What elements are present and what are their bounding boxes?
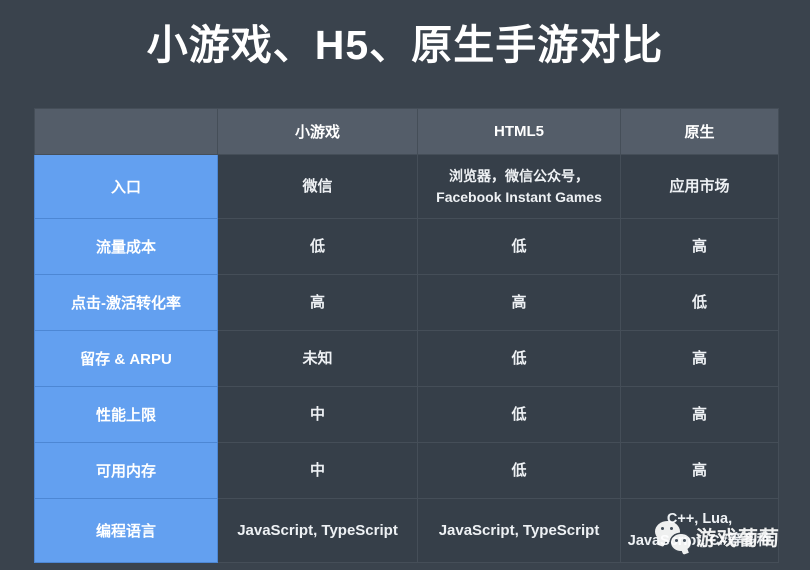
column-header-minigame: 小游戏 [217, 108, 418, 155]
table-row: 留存 & ARPU 未知 低 高 [34, 330, 779, 387]
cell-entry-html5: 浏览器，微信公众号，Facebook Instant Games [417, 154, 621, 219]
table-header: 小游戏 HTML5 原生 [34, 108, 779, 155]
table-row: 入口 微信 浏览器，微信公众号，Facebook Instant Games 应… [34, 154, 779, 219]
comparison-table-container: 小游戏 HTML5 原生 入口 微信 浏览器，微信公众号，Facebook In… [34, 108, 779, 563]
row-label-available-memory: 可用内存 [34, 442, 218, 499]
table-row: 可用内存 中 低 高 [34, 442, 779, 499]
cell-retention-arpu-native: 高 [620, 330, 779, 387]
cell-performance-html5: 低 [417, 386, 621, 443]
column-header-native: 原生 [620, 108, 779, 155]
table-row: 点击-激活转化率 高 高 低 [34, 274, 779, 331]
row-label-traffic-cost: 流量成本 [34, 218, 218, 275]
cell-traffic-cost-html5: 低 [417, 218, 621, 275]
cell-click-activation-minigame: 高 [217, 274, 418, 331]
row-label-entry: 入口 [34, 154, 218, 219]
cell-language-minigame: JavaScript, TypeScript [217, 498, 418, 563]
table-row: 性能上限 中 低 高 [34, 386, 779, 443]
cell-click-activation-native: 低 [620, 274, 779, 331]
column-header-html5: HTML5 [417, 108, 621, 155]
row-label-click-activation-rate: 点击-激活转化率 [34, 274, 218, 331]
row-label-performance-ceiling: 性能上限 [34, 386, 218, 443]
cell-retention-arpu-minigame: 未知 [217, 330, 418, 387]
cell-memory-html5: 低 [417, 442, 621, 499]
slide-root: 小游戏、H5、原生手游对比 小游戏 HTML5 原生 入口 微信 浏览器，微信公… [0, 0, 810, 570]
table-body: 入口 微信 浏览器，微信公众号，Facebook Instant Games 应… [34, 154, 779, 563]
cell-language-native: C++, Lua, JavaScript, C#等多种 [620, 498, 779, 563]
table-row: 流量成本 低 低 高 [34, 218, 779, 275]
table-header-row: 小游戏 HTML5 原生 [34, 108, 779, 155]
row-label-retention-arpu: 留存 & ARPU [34, 330, 218, 387]
cell-memory-minigame: 中 [217, 442, 418, 499]
cell-retention-arpu-html5: 低 [417, 330, 621, 387]
row-label-programming-language: 编程语言 [34, 498, 218, 563]
cell-language-html5: JavaScript, TypeScript [417, 498, 621, 563]
page-title: 小游戏、H5、原生手游对比 [146, 22, 664, 68]
cell-memory-native: 高 [620, 442, 779, 499]
cell-traffic-cost-native: 高 [620, 218, 779, 275]
table-corner-cell [34, 108, 218, 155]
cell-performance-native: 高 [620, 386, 779, 443]
table-row: 编程语言 JavaScript, TypeScript JavaScript, … [34, 498, 779, 563]
comparison-table: 小游戏 HTML5 原生 入口 微信 浏览器，微信公众号，Facebook In… [34, 108, 779, 563]
cell-traffic-cost-minigame: 低 [217, 218, 418, 275]
cell-entry-minigame: 微信 [217, 154, 418, 219]
cell-click-activation-html5: 高 [417, 274, 621, 331]
cell-entry-native: 应用市场 [620, 154, 779, 219]
cell-performance-minigame: 中 [217, 386, 418, 443]
